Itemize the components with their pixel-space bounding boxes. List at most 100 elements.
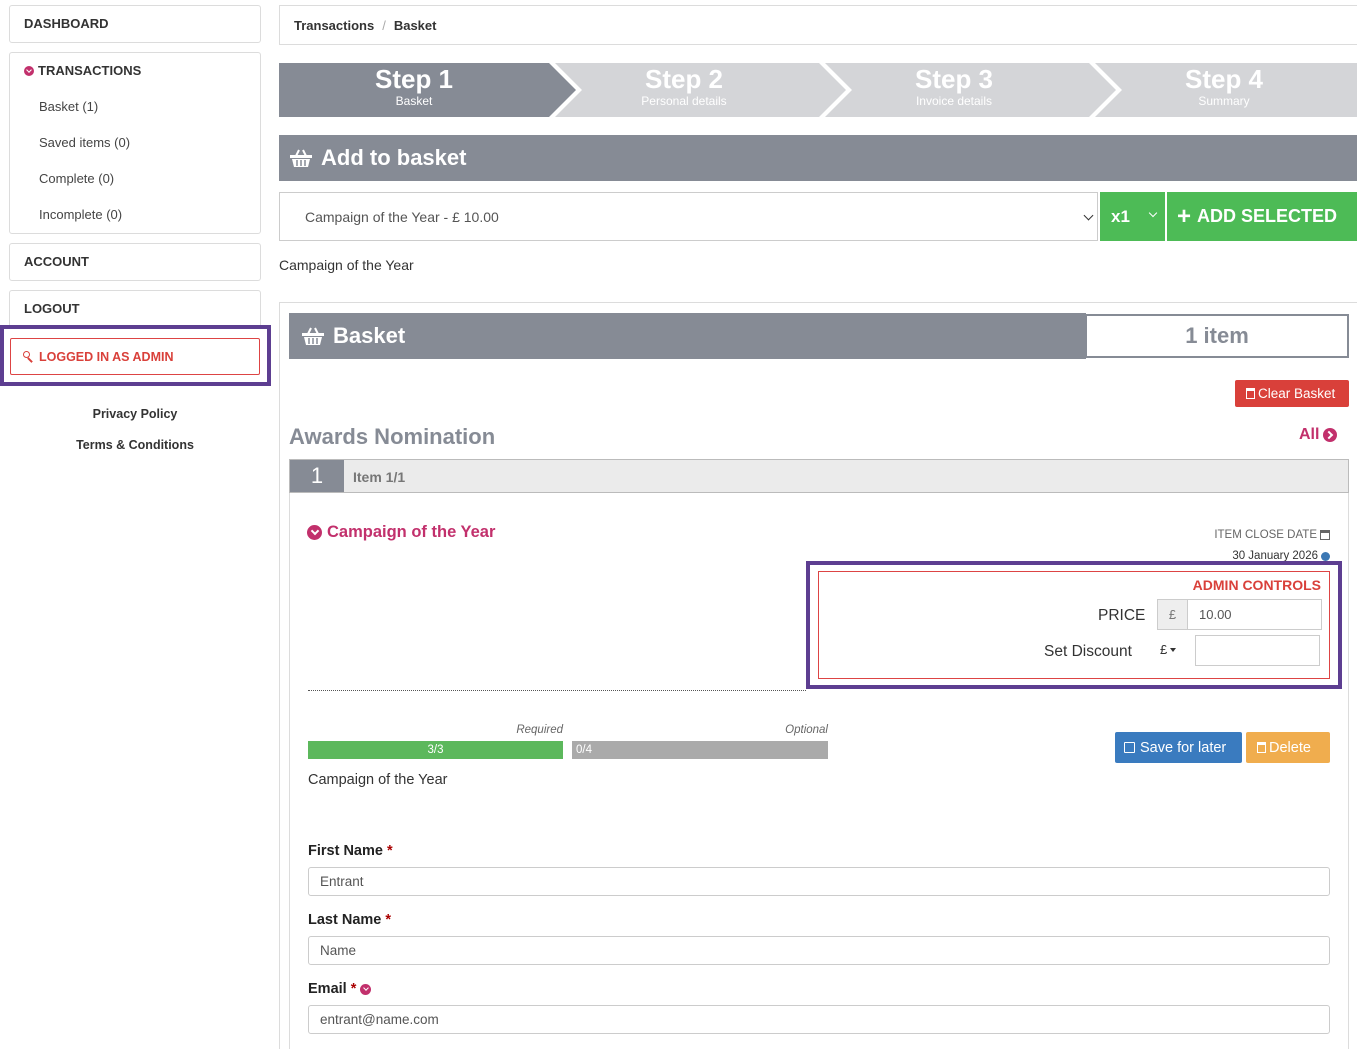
sidebar-logout-label: LOGOUT [24,301,80,316]
basket-title: Basket [333,323,406,348]
required-marker: * [385,912,391,928]
discount-currency: £ [1160,642,1168,657]
step-4-subtitle: Summary [1198,94,1250,108]
divider [308,690,806,691]
basket-item-count: 1 item [1085,314,1349,358]
item-name: Campaign of the Year [327,523,496,541]
product-select[interactable]: Campaign of the Year - £ 10.00 [279,192,1098,241]
last-name-label: Last Name * [308,912,391,928]
product-select-value: Campaign of the Year - £ 10.00 [305,208,499,225]
item-name-toggle[interactable]: Campaign of the Year [307,523,495,542]
all-link-label: All [1299,426,1320,443]
breadcrumb-separator: / [382,17,386,33]
clear-basket-label: Clear Basket [1258,386,1336,401]
quantity-select[interactable]: x1 [1100,192,1165,241]
breadcrumb: Transactions / Basket [279,5,1357,45]
required-progress-label: Required [516,724,563,736]
optional-progress-label: Optional [785,724,828,736]
first-name-label: First Name * [308,843,393,859]
save-for-later-label: Save for later [1140,739,1227,756]
all-link[interactable]: All [1299,426,1338,444]
clear-basket-button[interactable]: Clear Basket [1235,380,1349,407]
caret-down-icon [1170,647,1177,652]
logged-in-as-admin-badge[interactable]: LOGGED IN AS ADMIN [10,338,260,375]
add-selected-label: ADD SELECTED [1197,206,1338,226]
item-label: Item 1/1 [353,469,406,485]
chevron-down-icon [24,65,34,76]
price-label: PRICE [1098,607,1146,624]
step-1-title: Step 1 [374,64,454,94]
required-marker: * [386,843,393,859]
step-1[interactable]: Step 1 Basket [279,63,549,117]
info-icon[interactable] [1321,551,1330,561]
plus-icon: + [1177,202,1192,230]
email-label: Email * [308,981,372,997]
calendar-icon [1320,530,1330,540]
privacy-policy-link[interactable]: Privacy Policy [0,407,270,421]
step-2[interactable]: Step 2 Personal details [549,63,819,117]
chevron-right-icon [1323,428,1338,442]
save-icon [1124,742,1135,753]
checkout-steps: Step 1 Basket Step 2 Personal details St… [279,63,1357,117]
chevron-down-icon[interactable] [360,983,372,995]
price-currency-addon: £ [1157,599,1188,630]
delete-button[interactable]: Delete [1246,732,1330,763]
last-name-label-text: Last Name [308,912,382,928]
delete-label: Delete [1269,739,1311,756]
email-input[interactable] [308,1005,1330,1034]
step-3-title: Step 3 [914,64,994,94]
admin-badge-label: LOGGED IN AS ADMIN [39,349,174,364]
chevron-down-icon [1083,210,1094,221]
sidebar-item-dashboard[interactable]: DASHBOARD [9,5,261,43]
first-name-label-text: First Name [308,843,383,859]
breadcrumb-transactions[interactable]: Transactions [294,18,374,33]
step-1-subtitle: Basket [395,94,433,108]
sidebar-item-incomplete[interactable]: Incomplete (0) [39,207,122,222]
trash-icon [1246,388,1255,399]
add-selected-button[interactable]: + ADD SELECTED [1167,192,1357,241]
optional-progress-bar: 0/4 [572,741,828,759]
breadcrumb-basket: Basket [393,17,437,33]
chevron-down-icon [307,525,322,540]
step-4-title: Step 4 [1184,64,1264,94]
add-to-basket-title: Add to basket [321,145,467,170]
sidebar-account-label: ACCOUNT [24,254,89,269]
selected-product-description: Campaign of the Year [279,257,414,273]
step-3[interactable]: Step 3 Invoice details [819,63,1089,117]
basket-icon [302,327,324,345]
required-marker: * [350,981,357,997]
step-4[interactable]: Step 4 Summary [1089,63,1357,117]
price-input[interactable] [1187,599,1322,630]
sidebar-transactions-panel: TRANSACTIONS Basket (1) Saved items (0) … [9,52,261,234]
step-3-subtitle: Invoice details [915,94,993,108]
terms-conditions-link[interactable]: Terms & Conditions [0,438,270,452]
step-2-title: Step 2 [644,64,724,94]
sidebar-item-complete[interactable]: Complete (0) [39,171,114,186]
discount-label: Set Discount [1044,643,1132,660]
discount-type-dropdown[interactable]: £ [1160,642,1177,657]
section-title: Awards Nomination [289,424,496,449]
sidebar-item-account[interactable]: ACCOUNT [9,243,261,281]
step-2-subtitle: Personal details [641,94,727,108]
key-icon [23,350,35,363]
sidebar-item-saved-items[interactable]: Saved items (0) [39,135,130,150]
basket-header: Basket [289,313,1086,359]
close-date-label-text: ITEM CLOSE DATE [1214,529,1317,541]
basket-icon [290,149,312,167]
item-bar: 1 Item 1/1 [289,459,1349,493]
email-label-text: Email [308,981,347,997]
chevron-down-icon [1148,208,1158,218]
item-number: 1 [290,460,344,492]
admin-controls-title: ADMIN CONTROLS [1192,577,1321,593]
add-to-basket-header: Add to basket [279,135,1357,181]
discount-input[interactable] [1195,635,1320,666]
first-name-input[interactable] [308,867,1330,896]
sidebar-item-basket[interactable]: Basket (1) [39,99,98,114]
sidebar-item-logout[interactable]: LOGOUT [9,290,261,328]
sidebar-item-transactions[interactable]: TRANSACTIONS [24,63,141,78]
sidebar-transactions-label: TRANSACTIONS [38,63,142,78]
quantity-value: x1 [1111,206,1130,226]
item-close-date-label: ITEM CLOSE DATE [1214,529,1330,541]
last-name-input[interactable] [308,936,1330,965]
save-for-later-button[interactable]: Save for later [1115,732,1242,763]
